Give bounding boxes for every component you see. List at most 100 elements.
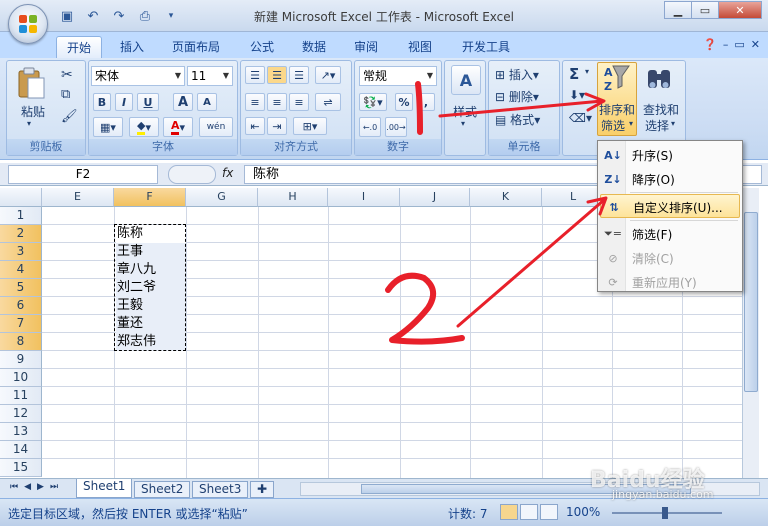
row-header[interactable]: 6 [0, 297, 42, 315]
orientation-button[interactable]: ↗▾ [315, 66, 341, 84]
vertical-scrollbar[interactable] [742, 188, 759, 478]
fill-icon[interactable]: ⬇▾ [569, 88, 585, 102]
currency-button[interactable]: 💱▾ [359, 93, 387, 111]
align-middle-button[interactable]: ☰ [267, 66, 287, 84]
row-header[interactable]: 2 [0, 225, 42, 243]
row-header[interactable]: 12 [0, 405, 42, 423]
phonetic-button[interactable]: wén [199, 117, 233, 137]
tab-formulas[interactable]: 公式 [240, 36, 284, 58]
minimize-button[interactable]: ▁ [664, 1, 692, 19]
tab-data[interactable]: 数据 [292, 36, 336, 58]
restore-button[interactable]: ▭ [691, 1, 719, 19]
ribbon-close-icon[interactable]: ✕ [751, 38, 760, 51]
ribbon-minimize-icon[interactable]: – [723, 38, 729, 51]
find-select-label-2[interactable]: 选择 [645, 117, 669, 134]
autosum-dropdown-icon[interactable]: ▾ [585, 67, 589, 76]
styles-button-label[interactable]: 样式 [453, 103, 477, 120]
row-header[interactable]: 10 [0, 369, 42, 387]
sheet-tab-2[interactable]: Sheet2 [134, 481, 191, 498]
column-header-h[interactable]: H [258, 188, 328, 207]
borders-button[interactable]: ▦▾ [93, 117, 123, 137]
paste-icon[interactable] [13, 65, 49, 101]
row-header[interactable]: 5 [0, 279, 42, 297]
align-center-button[interactable]: ≡ [267, 93, 287, 111]
zoom-slider-knob[interactable] [662, 507, 668, 519]
font-name-combo[interactable]: 宋体 ▼ [91, 66, 185, 86]
paste-dropdown-icon[interactable]: ▾ [27, 119, 31, 128]
prev-sheet-icon[interactable]: ◀ [24, 482, 31, 492]
insert-cells-button[interactable]: ⊞ 插入▾ [495, 66, 539, 83]
ribbon-restore-icon[interactable]: ▭ [734, 38, 744, 51]
wrap-text-button[interactable]: ⇌ [315, 93, 341, 111]
help-icon[interactable]: ❓ [703, 38, 717, 51]
font-color-button[interactable]: A ▾ [163, 117, 193, 137]
styles-icon[interactable]: A [451, 65, 481, 95]
menu-clear[interactable]: ⊘ 清除(C) [600, 246, 740, 270]
page-break-view-icon[interactable] [540, 504, 558, 520]
row-header[interactable]: 13 [0, 423, 42, 441]
column-header-i[interactable]: I [328, 188, 400, 207]
tab-page-layout[interactable]: 页面布局 [162, 36, 230, 58]
vertical-scroll-thumb[interactable] [744, 212, 758, 392]
align-right-button[interactable]: ≡ [289, 93, 309, 111]
row-header[interactable]: 8 [0, 333, 42, 351]
format-cells-button[interactable]: ▤ 格式▾ [495, 111, 540, 128]
autosum-button[interactable]: Σ [569, 65, 579, 83]
row-header[interactable]: 11 [0, 387, 42, 405]
binoculars-icon[interactable] [645, 65, 673, 93]
merge-center-button[interactable]: ⊞▾ [293, 117, 327, 135]
italic-button[interactable]: I [115, 93, 133, 111]
align-bottom-button[interactable]: ☰ [289, 66, 309, 84]
tab-developer[interactable]: 开发工具 [452, 36, 520, 58]
normal-view-icon[interactable] [500, 504, 518, 520]
insert-sheet-icon[interactable]: ✚ [250, 481, 274, 498]
row-header[interactable]: 1 [0, 207, 42, 225]
row-header[interactable]: 9 [0, 351, 42, 369]
decrease-decimal-button[interactable]: .00→ [385, 117, 407, 137]
styles-dropdown-icon[interactable]: ▾ [461, 119, 465, 128]
next-sheet-icon[interactable]: ▶ [37, 482, 44, 492]
insert-function-icon[interactable]: fx [222, 166, 233, 180]
zoom-slider[interactable] [612, 507, 722, 519]
comma-button[interactable]: , [417, 93, 435, 111]
cut-icon[interactable]: ✂ [61, 67, 73, 83]
column-header-j[interactable]: J [400, 188, 470, 207]
sheet-tab-3[interactable]: Sheet3 [192, 481, 249, 498]
font-size-combo[interactable]: 11 ▼ [187, 66, 233, 86]
office-button[interactable] [8, 4, 48, 44]
page-layout-view-icon[interactable] [520, 504, 538, 520]
menu-reapply[interactable]: ⟳ 重新应用(Y) [600, 270, 740, 294]
row-header[interactable]: 15 [0, 459, 42, 477]
tab-insert[interactable]: 插入 [110, 36, 154, 58]
grow-font-button[interactable]: A [173, 93, 193, 111]
select-all-corner[interactable] [0, 188, 42, 207]
decrease-indent-button[interactable]: ⇤ [245, 117, 265, 135]
tab-view[interactable]: 视图 [398, 36, 442, 58]
number-format-dropdown-icon[interactable]: ▼ [424, 67, 436, 85]
align-left-button[interactable]: ≡ [245, 93, 265, 111]
delete-cells-button[interactable]: ⊟ 删除▾ [495, 88, 539, 105]
number-format-combo[interactable]: 常规 ▼ [359, 66, 437, 86]
align-top-button[interactable]: ☰ [245, 66, 265, 84]
column-header-k[interactable]: K [470, 188, 542, 207]
find-select-label-1[interactable]: 查找和 [643, 101, 679, 118]
format-painter-icon[interactable]: 🖌 [61, 109, 78, 124]
first-sheet-icon[interactable]: ⏮ [10, 482, 18, 492]
bold-button[interactable]: B [93, 93, 111, 111]
copy-icon[interactable]: ⧉ [61, 87, 70, 102]
increase-indent-button[interactable]: ⇥ [267, 117, 287, 135]
tab-home[interactable]: 开始 [56, 36, 103, 58]
menu-custom-sort[interactable]: ⇅ 自定义排序(U)... [600, 194, 740, 218]
menu-sort-ascending[interactable]: A↓ 升序(S) [600, 143, 740, 167]
font-size-dropdown-icon[interactable]: ▼ [220, 67, 232, 85]
find-select-dropdown-icon[interactable]: ▾ [671, 119, 675, 128]
underline-button[interactable]: U [137, 93, 159, 111]
paste-button-label[interactable]: 粘贴 [21, 103, 45, 120]
clear-icon[interactable]: ⌫▾ [569, 111, 592, 125]
zoom-level[interactable]: 100% [566, 505, 600, 519]
name-box[interactable]: F2 [8, 165, 158, 184]
row-header[interactable]: 4 [0, 261, 42, 279]
close-button[interactable]: ✕ [718, 1, 762, 19]
row-header[interactable]: 14 [0, 441, 42, 459]
increase-decimal-button[interactable]: ←.0 [359, 117, 381, 137]
